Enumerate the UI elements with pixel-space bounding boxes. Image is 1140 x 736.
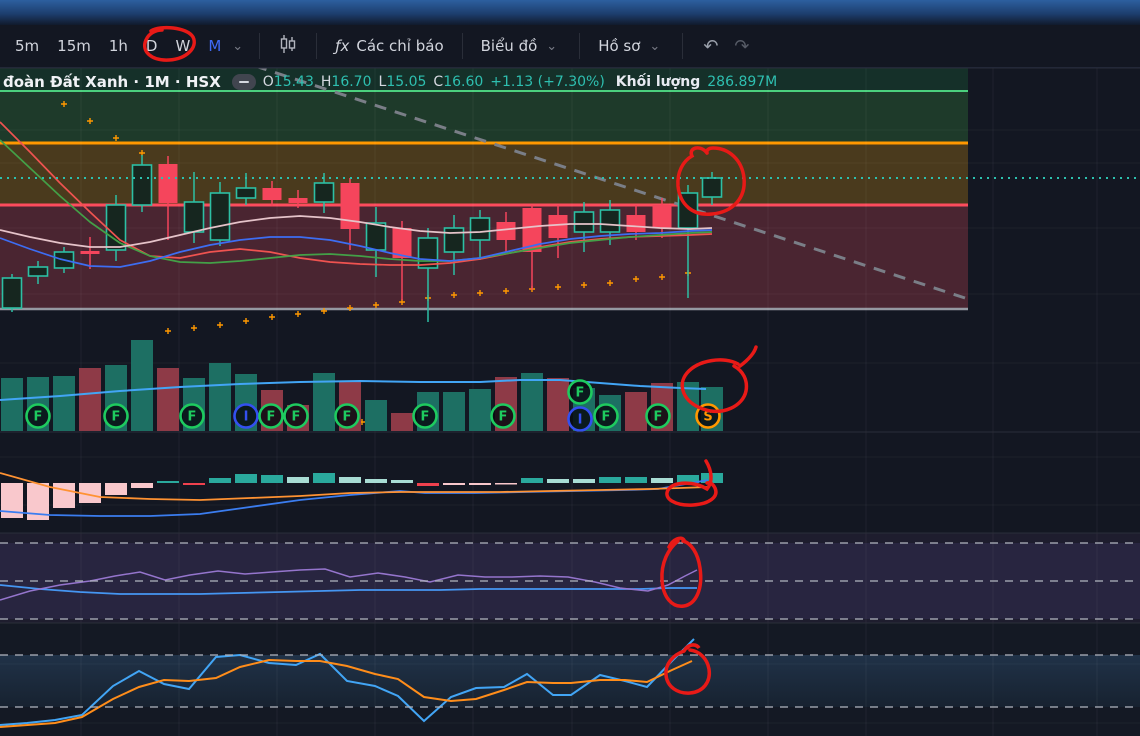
- svg-text:F: F: [292, 410, 301, 425]
- toolbar-divider: [461, 33, 463, 59]
- svg-text:F: F: [499, 410, 508, 425]
- svg-text:F: F: [343, 410, 352, 425]
- chart-toolbar: 5m 15m 1h D W M ⌄ ƒx Các chỉ báo Biểu đồ ⌄: [0, 25, 1140, 68]
- redo-button[interactable]: ↷: [726, 36, 757, 57]
- svg-text:S: S: [703, 410, 712, 425]
- price-chart-canvas[interactable]: F F F I F F F F FFI F F S: [0, 0, 1140, 736]
- toolbar-divider: [316, 33, 318, 59]
- svg-text:F: F: [576, 386, 585, 401]
- high-value: H16.70: [320, 74, 372, 90]
- open-value: O15.43: [262, 74, 314, 90]
- svg-text:F: F: [188, 410, 197, 425]
- chevron-down-icon: ⌄: [649, 38, 661, 54]
- fx-indicators-icon: ƒx: [335, 37, 350, 55]
- volume-label: Khối lượng: [615, 74, 701, 90]
- timeframe-group: 5m 15m 1h D W M: [6, 33, 230, 59]
- chevron-down-icon: ⌄: [232, 38, 244, 54]
- toolbar-divider: [259, 33, 261, 59]
- timeframe-5m-button[interactable]: 5m: [6, 33, 48, 59]
- toolbar-divider: [682, 33, 684, 59]
- svg-text:F: F: [34, 410, 43, 425]
- redo-arrow-icon: ↷: [734, 35, 750, 57]
- volume-value: 286.897M: [707, 74, 778, 90]
- symbol-title: đoàn Đất Xanh · 1M · HSX: [3, 73, 221, 91]
- svg-text:F: F: [602, 410, 611, 425]
- svg-text:F: F: [112, 410, 121, 425]
- profile-menu-label: Hồ sơ: [598, 37, 641, 55]
- chevron-down-icon: ⌄: [546, 38, 558, 54]
- timeframe-15m-button[interactable]: 15m: [48, 33, 100, 59]
- low-value: L15.05: [378, 74, 427, 90]
- timeframe-menu-button[interactable]: ⌄: [228, 37, 247, 56]
- timeframe-1h-button[interactable]: 1h: [100, 33, 137, 59]
- svg-text:I: I: [578, 413, 583, 428]
- candlestick-chart-icon: [278, 33, 298, 59]
- symbol-legend: đoàn Đất Xanh · 1M · HSX O15.43 H16.70 L…: [3, 72, 777, 92]
- svg-text:F: F: [421, 410, 430, 425]
- chart-menu-label: Biểu đồ: [480, 37, 538, 55]
- toolbar-divider: [579, 33, 581, 59]
- undo-arrow-icon: ↶: [703, 35, 719, 57]
- timeframe-d-button[interactable]: D: [137, 33, 167, 59]
- indicators-button-label: Các chỉ báo: [356, 37, 444, 55]
- undo-button[interactable]: ↶: [695, 36, 726, 57]
- timeframe-m-button[interactable]: M: [199, 33, 230, 59]
- svg-text:I: I: [244, 410, 249, 425]
- profile-menu-button[interactable]: Hồ sơ ⌄: [592, 33, 670, 60]
- collapse-legend-button[interactable]: [231, 74, 256, 90]
- timeframe-w-button[interactable]: W: [166, 33, 199, 59]
- change-value: +1.13 (+7.30%): [490, 74, 605, 90]
- chart-type-button[interactable]: [272, 29, 304, 63]
- chart-menu-button[interactable]: Biểu đồ ⌄: [475, 33, 568, 60]
- indicators-button[interactable]: ƒx Các chỉ báo: [329, 33, 449, 59]
- svg-text:F: F: [267, 410, 276, 425]
- svg-text:F: F: [654, 410, 663, 425]
- trading-app-window: 5m 15m 1h D W M ⌄ ƒx Các chỉ báo Biểu đồ ⌄: [0, 0, 1140, 736]
- close-value: C16.60: [433, 74, 484, 90]
- minus-icon: [238, 81, 249, 83]
